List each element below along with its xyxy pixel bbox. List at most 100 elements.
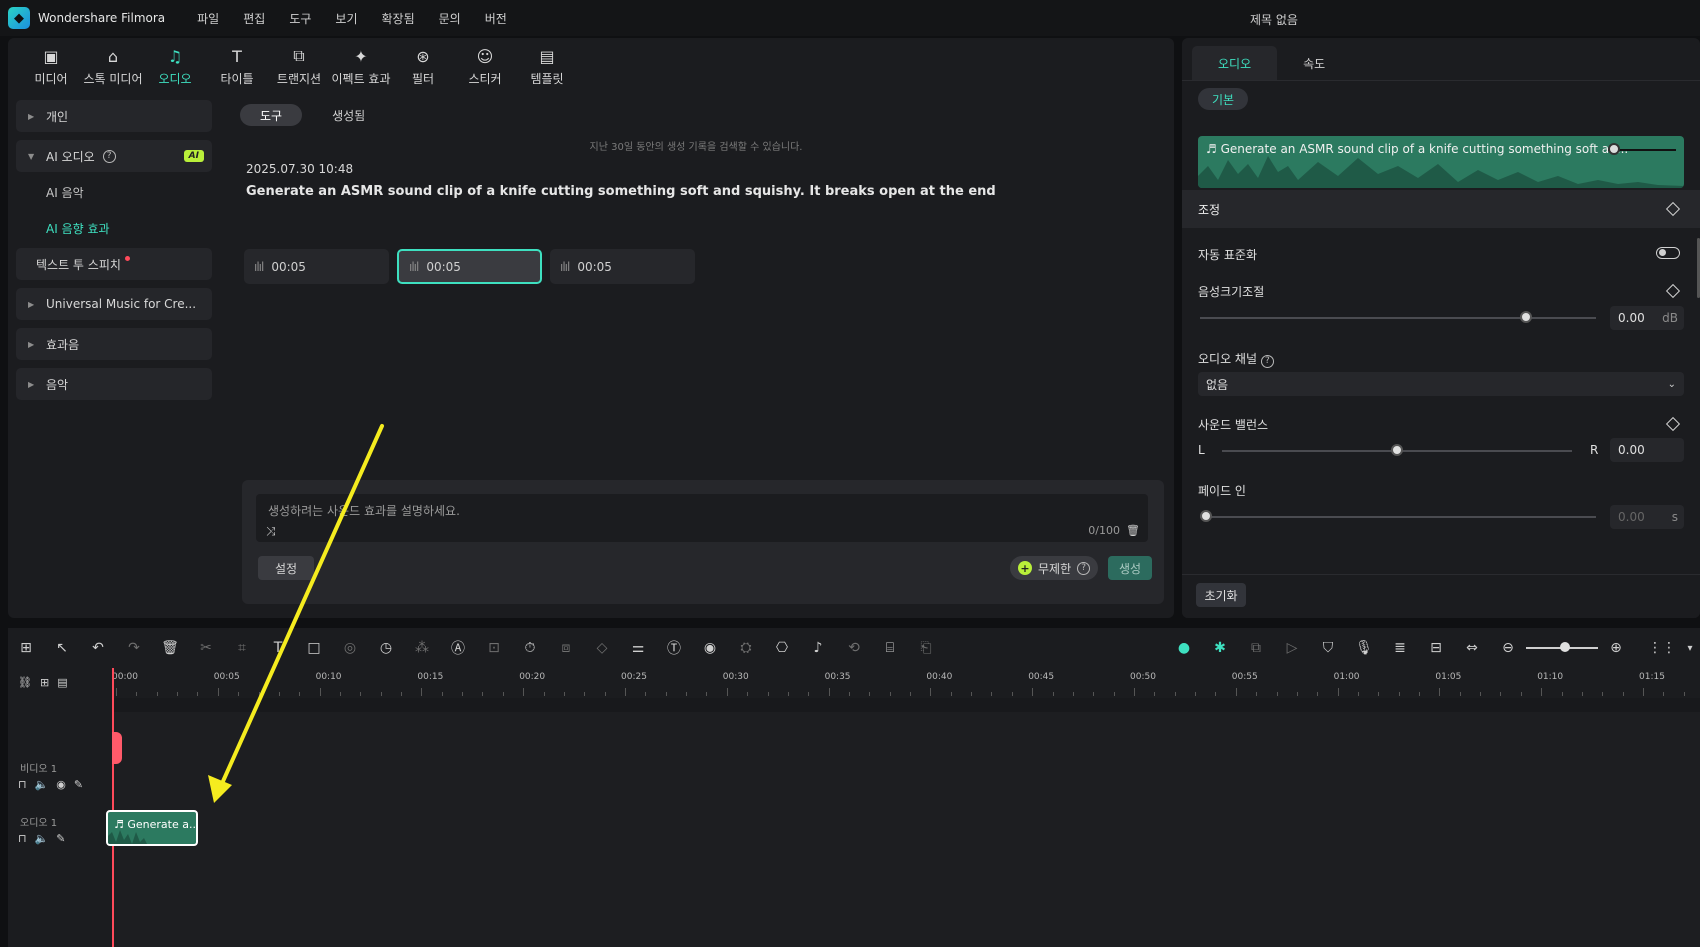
unlimited-button[interactable]: + 무제한 ? <box>1010 556 1099 580</box>
tab-tools[interactable]: 도구 <box>240 104 303 126</box>
playhead[interactable] <box>112 668 114 947</box>
fade-in-slider-handle[interactable] <box>1200 510 1212 522</box>
render-icon[interactable]: ⎗ <box>908 633 944 663</box>
section-adjust[interactable]: 조정 <box>1182 190 1700 228</box>
fit-timeline-icon[interactable]: ⇔ <box>1454 633 1490 663</box>
select-pointer-icon[interactable]: ↖ <box>44 633 80 663</box>
color-icon[interactable]: ⁂ <box>404 633 440 663</box>
add-track-icon[interactable]: ⊞ <box>40 676 49 689</box>
audio-channel-select[interactable]: 없음 ⌄ <box>1198 372 1684 396</box>
nav-sound-effects[interactable]: ▶ 효과음 <box>16 328 212 360</box>
balance-slider-handle[interactable] <box>1391 444 1403 456</box>
generated-clip-3[interactable]: ılıl 00:05 <box>550 249 695 284</box>
text-tool-icon[interactable]: T <box>260 633 296 663</box>
menu-version[interactable]: 버전 <box>485 10 507 27</box>
nav-ai-music[interactable]: AI 음악 <box>16 172 212 212</box>
zoom-out-icon[interactable]: ⊖ <box>1490 633 1526 663</box>
microphone-icon[interactable]: 🎙 <box>1346 633 1382 663</box>
nav-music[interactable]: ▶ 음악 <box>16 368 212 400</box>
keyframe-diamond-icon[interactable] <box>1665 283 1681 299</box>
music-beat-icon[interactable]: ♪ <box>800 633 836 663</box>
tool-stickers[interactable]: ☺ 스티커 <box>454 38 516 94</box>
keyframe-icon[interactable]: ◇ <box>584 633 620 663</box>
auto-normalize-toggle[interactable] <box>1656 247 1680 259</box>
lock-icon[interactable]: ⊓ <box>18 778 27 791</box>
text-ai-icon[interactable]: Ⓣ <box>656 633 692 663</box>
speed-icon[interactable]: ◷ <box>368 633 404 663</box>
tab-speed[interactable]: 속도 <box>1277 46 1351 80</box>
nav-ai-sound-effects[interactable]: AI 음향 효과 <box>16 208 212 248</box>
audio-track-1[interactable] <box>112 870 1700 947</box>
keyframe-diamond-icon[interactable] <box>1665 416 1681 432</box>
tool-templates[interactable]: ▤ 템플릿 <box>516 38 578 94</box>
marker-shield-icon[interactable]: ⛉ <box>1310 633 1346 663</box>
subtitle-icon[interactable]: ⌸ <box>872 633 908 663</box>
tab-generated[interactable]: 생성됨 <box>312 104 385 126</box>
magic-wand-icon[interactable]: ✎ <box>74 778 83 791</box>
menu-file[interactable]: 파일 <box>197 10 219 27</box>
menu-tools[interactable]: 도구 <box>289 10 311 27</box>
frame-icon[interactable]: ⧈ <box>548 633 584 663</box>
balance-value[interactable]: 0.00 <box>1610 438 1684 462</box>
reset-button[interactable]: 초기화 <box>1196 583 1246 607</box>
fade-in-value[interactable]: 0.00 s <box>1610 505 1684 529</box>
tab-basic[interactable]: 기본 <box>1198 88 1249 110</box>
undo-icon[interactable]: ↶ <box>80 633 116 663</box>
nav-universal-music[interactable]: ▶ Universal Music for Cre... <box>16 288 212 320</box>
tool-transitions[interactable]: ⧉ 트랜지션 <box>268 38 330 94</box>
lock-icon[interactable]: ⊓ <box>18 832 27 845</box>
tool-filters[interactable]: ⊛ 필터 <box>392 38 454 94</box>
auto-ripple-icon[interactable]: ⧉ <box>1238 633 1274 663</box>
nav-ai-audio[interactable]: ▼ AI 오디오 ? AI <box>16 140 212 172</box>
delete-icon[interactable]: 🗑 <box>152 633 188 663</box>
tool-titles[interactable]: T 타이틀 <box>206 38 268 94</box>
volume-slider-track[interactable] <box>1200 317 1596 319</box>
layout-grid-icon[interactable]: ⊞ <box>8 633 44 663</box>
speaker-icon[interactable]: 🔈 <box>35 778 49 791</box>
ai-tool-icon[interactable]: Ⓐ <box>440 633 476 663</box>
generate-button[interactable]: 생성 <box>1108 556 1152 580</box>
sync-icon[interactable]: ⟲ <box>836 633 872 663</box>
adjust-sliders-icon[interactable]: ⚌ <box>620 633 656 663</box>
track-settings-icon[interactable]: ⊟ <box>1418 633 1454 663</box>
audio-mixer-icon[interactable]: ≣ <box>1382 633 1418 663</box>
zoom-slider[interactable] <box>1526 642 1598 652</box>
generated-clip-1[interactable]: ılıl 00:05 <box>244 249 389 284</box>
volume-slider-handle[interactable] <box>1520 311 1532 323</box>
audio-wave-icon[interactable]: ◉ <box>692 633 728 663</box>
zoom-slider-handle[interactable] <box>1560 642 1570 652</box>
menu-extensions[interactable]: 확장됨 <box>382 10 415 27</box>
view-options-icon[interactable]: ⋮⋮ <box>1644 633 1680 663</box>
snap-magnet-icon[interactable]: ✱ <box>1202 633 1238 663</box>
fade-in-slider-track[interactable] <box>1200 516 1596 518</box>
crop-icon[interactable]: ⌗ <box>224 633 260 663</box>
trash-icon[interactable]: 🗑 <box>1126 524 1140 537</box>
eye-icon[interactable]: ◉ <box>56 778 66 791</box>
link-off-icon[interactable]: ⛓ <box>18 676 32 689</box>
tool-media[interactable]: ▣ 미디어 <box>20 38 82 94</box>
prompt-input[interactable]: 생성하려는 사운드 효과를 설명하세요. ⤨ 0/100 🗑 <box>256 494 1148 542</box>
redo-icon[interactable]: ↷ <box>116 633 152 663</box>
speaker-icon[interactable]: 🔈 <box>35 832 49 845</box>
tab-audio[interactable]: 오디오 <box>1192 46 1278 80</box>
ai-mate-icon[interactable]: ● <box>1166 633 1202 663</box>
magic-wand-icon[interactable]: ✎ <box>56 832 65 845</box>
mask-icon[interactable]: ◎ <box>332 633 368 663</box>
ai-edit-icon[interactable]: ⊡ <box>476 633 512 663</box>
tool-audio[interactable]: ♫ 오디오 <box>144 38 206 94</box>
time-ruler[interactable]: 00:00 00:05 00:10 00:15 00:20 00:25 00:30 00:35… <box>112 668 1700 698</box>
split-scissors-icon[interactable]: ✂ <box>188 633 224 663</box>
tool-effects[interactable]: ✦ 이펙트 효과 <box>330 38 392 94</box>
nav-personal[interactable]: ▶ 개인 <box>16 100 212 132</box>
nav-text-to-speech[interactable]: 텍스트 투 스피치 <box>16 248 212 280</box>
menu-view[interactable]: 보기 <box>335 10 357 27</box>
chevron-down-icon[interactable]: ▾ <box>1680 633 1700 663</box>
translate-icon[interactable]: ⎔ <box>764 633 800 663</box>
menu-help[interactable]: 문의 <box>439 10 461 27</box>
help-icon[interactable]: ? <box>102 149 116 163</box>
playhead-handle[interactable] <box>112 732 122 764</box>
menu-edit[interactable]: 편집 <box>243 10 265 27</box>
video-track-1[interactable] <box>112 810 1700 870</box>
audio-clip[interactable]: ♬ Generate a... <box>106 810 198 846</box>
settings-button[interactable]: 설정 <box>258 556 314 580</box>
